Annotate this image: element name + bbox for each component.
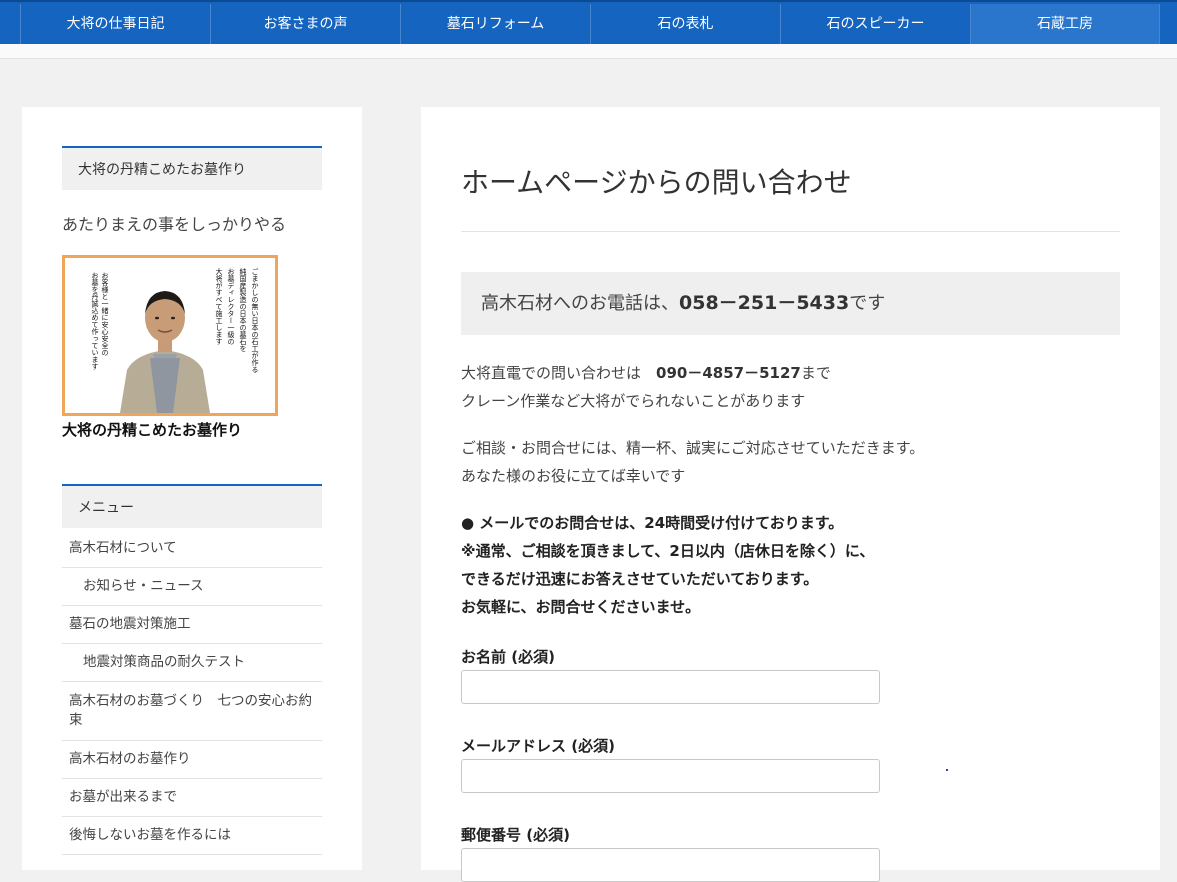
- phone-suffix: です: [849, 293, 886, 314]
- photo-text-6: 大将がすべて施工します: [215, 267, 223, 345]
- notice-line-2: ※通常、ご相談を頂きまして、2日以内（店休日を除く）に、: [461, 542, 875, 560]
- notice-line-3: できるだけ迅速にお答えさせていただいております。: [461, 570, 819, 588]
- name-input[interactable]: [461, 670, 880, 704]
- menu-widget-title: メニュー: [62, 484, 322, 528]
- main-nav: 大将の仕事日記 お客さまの声 墓石リフォーム 石の表札 石のスピーカー 石蔵工房: [20, 4, 1162, 44]
- phone-number[interactable]: 058－251－5433: [679, 292, 849, 314]
- menu-item-earthquake[interactable]: 墓石の地震対策施工: [62, 606, 322, 644]
- consult-text: ご相談・お問合せには、精一杯、誠実にご対応させていただきます。 あなた様のお役に…: [461, 434, 924, 490]
- sidebar: 大将の丹精こめたお墓作り あたりまえの事をしっかりやる お客様と一緒に安心安全の…: [22, 107, 362, 870]
- direct-prefix: 大将直電での問い合わせは: [461, 364, 657, 382]
- direct-contact: 大将直電での問い合わせは 090－4857－5127まで クレーン作業など大将が…: [461, 359, 831, 415]
- consult-line-1: ご相談・お問合せには、精一杯、誠実にご対応させていただきます。: [461, 439, 925, 457]
- photo-text-5: お墓ディレクター一級の: [227, 268, 235, 345]
- sidebar-widget-title: 大将の丹精こめたお墓作り: [62, 146, 322, 190]
- menu-item-no-regret[interactable]: 後悔しないお墓を作るには: [62, 817, 322, 855]
- photo-text-2: お墓を丹誠込めて作っています: [91, 272, 99, 370]
- mail-notice: ● メールでのお問合せは、24時間受け付けております。 ※通常、ご相談を頂きまし…: [461, 509, 874, 621]
- phone-box: 高木石材へのお電話は、058－251－5433です: [461, 272, 1120, 335]
- name-label: お名前 (必須): [461, 648, 555, 666]
- title-divider: [461, 231, 1120, 232]
- direct-number[interactable]: 090－4857－5127: [656, 364, 801, 382]
- nav-item-customer-voice[interactable]: お客さまの声: [210, 4, 400, 44]
- header-shadow-band: [0, 44, 1177, 59]
- menu-item-process[interactable]: お墓が出来るまで: [62, 779, 322, 817]
- menu-item-seven-promises[interactable]: 高木石材のお墓づくり 七つの安心お約束: [62, 682, 322, 741]
- photo-text-3: ごまかしの無い日本の石工が作る: [251, 267, 259, 373]
- nav-item-work-diary[interactable]: 大将の仕事日記: [20, 4, 210, 44]
- photo-text-4: 純国産製造の日本の墓石を: [239, 267, 247, 352]
- nav-item-stone-workshop[interactable]: 石蔵工房: [970, 4, 1160, 44]
- owner-photo[interactable]: お客様と一緒に安心安全の お墓を丹誠込めて作っています ごまかしの無い日本の石工…: [62, 255, 278, 416]
- notice-line-1: ● メールでのお問合せは、24時間受け付けております。: [461, 514, 844, 532]
- menu-item-about[interactable]: 高木石材について: [62, 530, 322, 568]
- menu-item-grave-making[interactable]: 高木石材のお墓作り: [62, 741, 322, 779]
- direct-suffix: まで: [800, 364, 831, 382]
- page-title: ホームページからの問い合わせ: [461, 166, 852, 199]
- menu-item-news[interactable]: お知らせ・ニュース: [62, 568, 322, 606]
- sidebar-tagline: あたりまえの事をしっかりやる: [62, 215, 287, 234]
- sidebar-menu: 高木石材について お知らせ・ニュース 墓石の地震対策施工 地震対策商品の耐久テス…: [62, 530, 322, 855]
- notice-line-4: お気軽に、お問合せくださいませ。: [461, 598, 701, 616]
- zip-label: 郵便番号 (必須): [461, 826, 570, 844]
- phone-prefix: 高木石材へのお電話は、: [481, 293, 679, 314]
- direct-note: クレーン作業など大将がでられないことがあります: [461, 392, 806, 410]
- email-label: メールアドレス (必須): [461, 737, 615, 755]
- nav-item-stone-speaker[interactable]: 石のスピーカー: [780, 4, 970, 44]
- consult-line-2: あなた様のお役に立てば幸いです: [461, 467, 686, 485]
- stray-dot: [946, 769, 948, 771]
- top-navigation-bar: 大将の仕事日記 お客さまの声 墓石リフォーム 石の表札 石のスピーカー 石蔵工房: [0, 0, 1177, 44]
- main-content: ホームページからの問い合わせ 高木石材へのお電話は、058－251－5433です…: [421, 107, 1160, 882]
- photo-text-1: お客様と一緒に安心安全の: [101, 272, 109, 356]
- email-input[interactable]: [461, 759, 880, 793]
- menu-item-durability-test[interactable]: 地震対策商品の耐久テスト: [62, 644, 322, 682]
- nav-item-grave-reform[interactable]: 墓石リフォーム: [400, 4, 590, 44]
- zip-input[interactable]: [461, 848, 880, 882]
- photo-caption: 大将の丹精こめたお墓作り: [62, 421, 243, 439]
- owner-photo-image: お客様と一緒に安心安全の お墓を丹誠込めて作っています ごまかしの無い日本の石工…: [65, 258, 275, 413]
- nav-item-stone-nameplate[interactable]: 石の表札: [590, 4, 780, 44]
